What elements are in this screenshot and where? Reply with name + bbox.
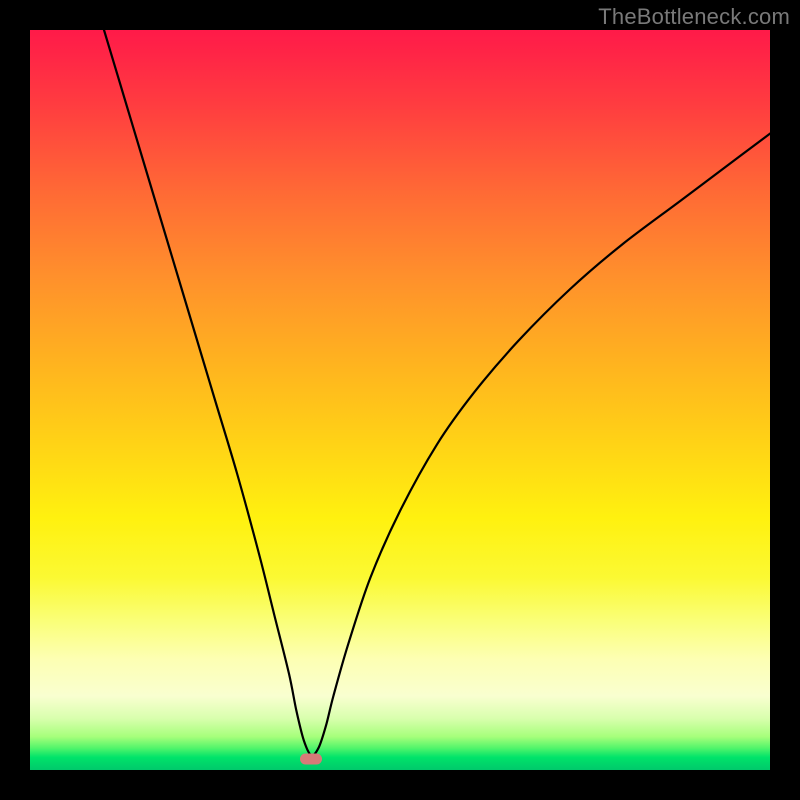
chart-frame: TheBottleneck.com — [0, 0, 800, 800]
plot-area — [30, 30, 770, 770]
optimum-marker — [300, 753, 322, 764]
bottleneck-curve — [30, 30, 770, 770]
watermark-text: TheBottleneck.com — [598, 4, 790, 30]
